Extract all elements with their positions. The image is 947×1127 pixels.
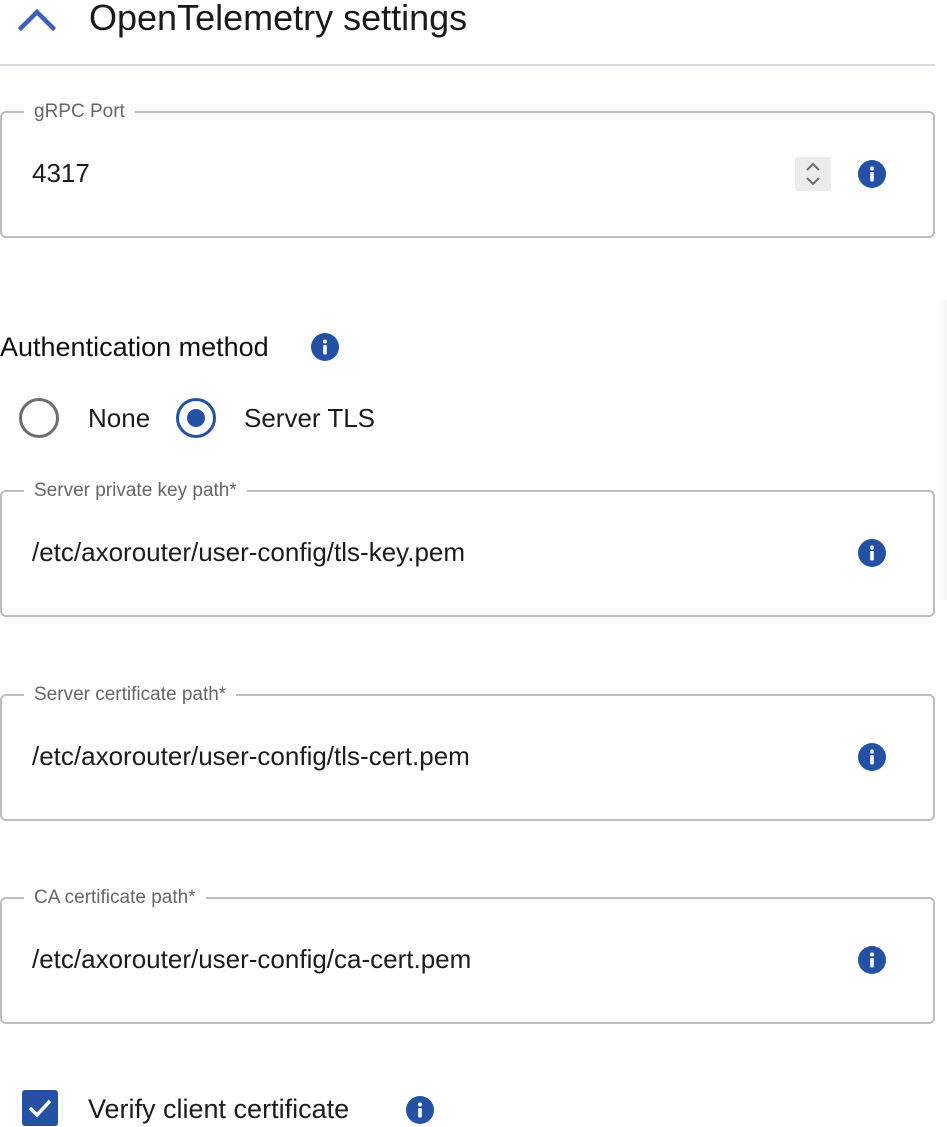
private-key-path-field[interactable]: Server private key path* /etc/axorouter/… xyxy=(0,479,935,617)
private-key-path-label: Server private key path* xyxy=(24,479,247,503)
radio-server-tls-label[interactable]: Server TLS xyxy=(244,401,375,435)
authentication-radio-group: None Server TLS xyxy=(0,396,500,442)
checkmark-icon xyxy=(28,1099,52,1118)
verify-client-checkbox[interactable] xyxy=(22,1090,58,1126)
verify-client-label[interactable]: Verify client certificate xyxy=(88,1092,349,1126)
grpc-port-label: gRPC Port xyxy=(24,100,135,124)
stepper-arrows-icon xyxy=(806,162,820,186)
info-icon[interactable] xyxy=(406,1096,434,1124)
info-icon[interactable] xyxy=(858,539,886,567)
chevron-up-icon[interactable] xyxy=(16,0,58,38)
certificate-path-input[interactable]: /etc/axorouter/user-config/tls-cert.pem xyxy=(32,739,470,773)
radio-none[interactable] xyxy=(19,398,59,438)
grpc-port-field[interactable]: gRPC Port 4317 xyxy=(0,100,935,238)
certificate-path-field[interactable]: Server certificate path* /etc/axorouter/… xyxy=(0,683,935,821)
info-icon[interactable] xyxy=(858,946,886,974)
ca-certificate-path-field[interactable]: CA certificate path* /etc/axorouter/user… xyxy=(0,886,935,1024)
info-icon[interactable] xyxy=(311,333,339,361)
private-key-path-input[interactable]: /etc/axorouter/user-config/tls-key.pem xyxy=(32,535,465,569)
authentication-method-title: Authentication method xyxy=(0,332,269,362)
ca-certificate-path-input[interactable]: /etc/axorouter/user-config/ca-cert.pem xyxy=(32,942,471,976)
ca-certificate-path-label: CA certificate path* xyxy=(24,886,206,910)
section-header: OpenTelemetry settings xyxy=(0,0,935,66)
certificate-path-label: Server certificate path* xyxy=(24,683,237,707)
section-title: OpenTelemetry settings xyxy=(89,0,468,38)
port-stepper[interactable] xyxy=(795,157,831,191)
scroll-edge-shadow xyxy=(937,300,947,600)
radio-server-tls[interactable] xyxy=(176,398,216,438)
info-icon[interactable] xyxy=(858,160,886,188)
info-icon[interactable] xyxy=(858,743,886,771)
radio-none-label[interactable]: None xyxy=(88,401,150,435)
grpc-port-input[interactable]: 4317 xyxy=(32,156,90,190)
